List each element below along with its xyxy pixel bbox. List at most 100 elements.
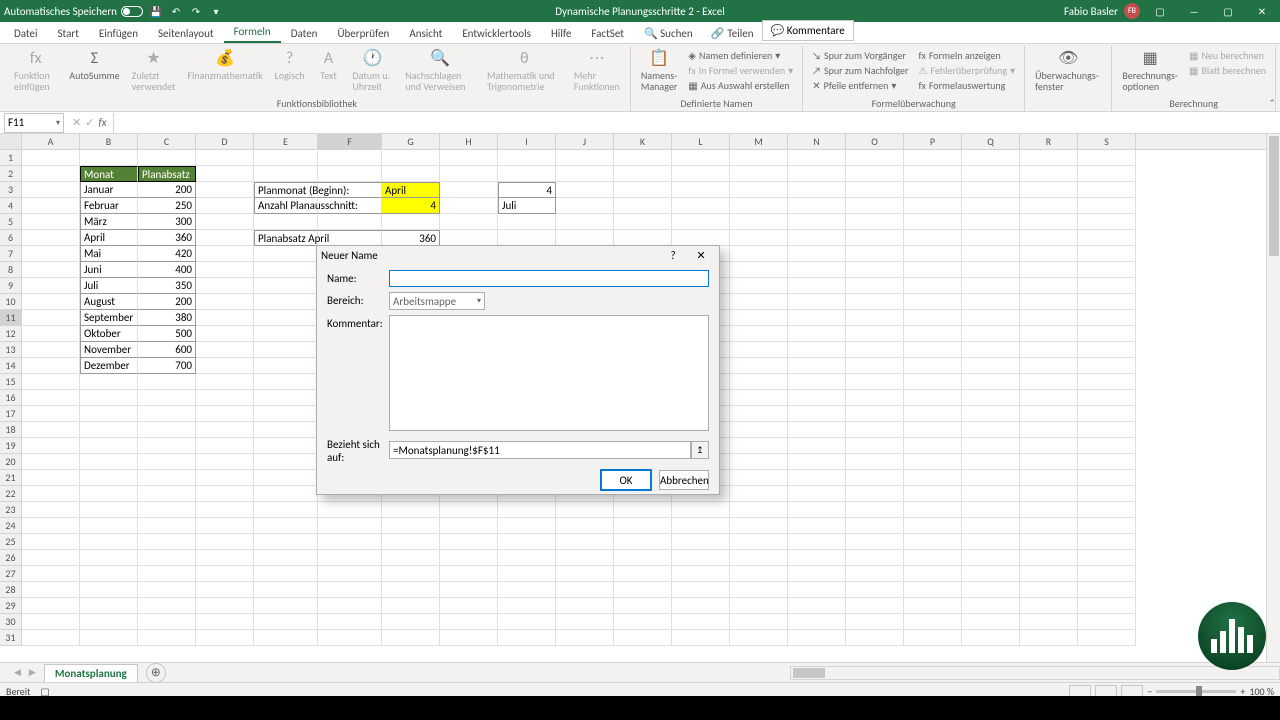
cell[interactable] <box>22 438 80 454</box>
cell[interactable]: Mai <box>80 246 138 262</box>
cell[interactable] <box>904 358 962 374</box>
more-functions-button[interactable]: ⋯Mehr Funktionen <box>570 46 624 94</box>
cell[interactable] <box>254 534 318 550</box>
customize-qat-icon[interactable]: ▾ <box>209 4 223 18</box>
cell[interactable] <box>382 630 440 646</box>
cell[interactable] <box>498 150 556 166</box>
row-header[interactable]: 13 <box>0 342 22 358</box>
row-header[interactable]: 29 <box>0 598 22 614</box>
cell[interactable] <box>1078 422 1136 438</box>
cell[interactable]: Planabsatz April <box>254 230 318 246</box>
cell[interactable] <box>846 326 904 342</box>
cell[interactable] <box>904 614 962 630</box>
cell[interactable] <box>846 502 904 518</box>
cell[interactable] <box>196 438 254 454</box>
cell[interactable] <box>22 406 80 422</box>
cell[interactable] <box>904 502 962 518</box>
save-icon[interactable]: 💾 <box>149 4 163 18</box>
row-header[interactable]: 7 <box>0 246 22 262</box>
cell[interactable] <box>1020 438 1078 454</box>
cell[interactable] <box>788 598 846 614</box>
cell[interactable] <box>614 214 672 230</box>
cell[interactable]: Planabsatz <box>138 166 196 182</box>
row-header[interactable]: 28 <box>0 582 22 598</box>
cell[interactable] <box>318 614 382 630</box>
cell[interactable] <box>1020 246 1078 262</box>
cell[interactable] <box>556 614 614 630</box>
ribbon-display-icon[interactable]: ▢ <box>1146 0 1174 22</box>
column-header[interactable]: B <box>80 134 138 149</box>
tab-entwicklertools[interactable]: Entwicklertools <box>452 24 541 43</box>
cell[interactable] <box>556 550 614 566</box>
cell[interactable] <box>788 406 846 422</box>
cell[interactable] <box>254 630 318 646</box>
cell[interactable] <box>672 166 730 182</box>
cell[interactable] <box>904 630 962 646</box>
cell[interactable] <box>846 406 904 422</box>
cell[interactable] <box>904 198 962 214</box>
cell[interactable] <box>788 326 846 342</box>
cell[interactable] <box>1020 502 1078 518</box>
column-header[interactable]: J <box>556 134 614 149</box>
cell[interactable]: Planmonat (Beginn): <box>254 182 318 198</box>
cell[interactable] <box>80 422 138 438</box>
cell[interactable] <box>1078 486 1136 502</box>
cell[interactable] <box>1020 310 1078 326</box>
cell[interactable]: November <box>80 342 138 358</box>
text-button[interactable]: AText <box>313 46 345 83</box>
cell[interactable] <box>846 518 904 534</box>
sheet-nav-prev-icon[interactable]: ◀ <box>14 667 21 678</box>
cell[interactable]: 420 <box>138 246 196 262</box>
cell[interactable] <box>498 502 556 518</box>
cell[interactable] <box>440 214 498 230</box>
cell[interactable] <box>788 182 846 198</box>
cell[interactable] <box>196 390 254 406</box>
cell[interactable]: Juli <box>80 278 138 294</box>
cell[interactable] <box>730 230 788 246</box>
date-button[interactable]: 🕐Datum u. Uhrzeit <box>349 46 398 94</box>
cell[interactable] <box>904 230 962 246</box>
cell[interactable] <box>318 582 382 598</box>
cell[interactable] <box>22 182 80 198</box>
cell[interactable] <box>788 502 846 518</box>
cell[interactable] <box>498 614 556 630</box>
cell[interactable] <box>962 550 1020 566</box>
cell[interactable] <box>318 502 382 518</box>
cell[interactable] <box>1078 406 1136 422</box>
calculate-now-button[interactable]: ▦ Neu berechnen <box>1186 48 1269 63</box>
financial-button[interactable]: 💰Finanzmathematik <box>183 46 266 83</box>
cell[interactable] <box>730 358 788 374</box>
select-all-corner[interactable] <box>0 134 22 149</box>
cell[interactable] <box>22 198 80 214</box>
column-header[interactable]: E <box>254 134 318 149</box>
cell[interactable] <box>904 262 962 278</box>
cell[interactable] <box>556 582 614 598</box>
cell[interactable] <box>962 486 1020 502</box>
cell[interactable] <box>22 214 80 230</box>
cell[interactable] <box>22 582 80 598</box>
cell[interactable] <box>672 582 730 598</box>
tab-start[interactable]: Start <box>48 24 89 43</box>
cell[interactable] <box>962 502 1020 518</box>
cell[interactable] <box>1020 534 1078 550</box>
cell[interactable] <box>254 566 318 582</box>
close-icon[interactable]: ✕ <box>1248 0 1276 22</box>
cell[interactable] <box>22 166 80 182</box>
comments-button[interactable]: 💬 Kommentare <box>762 20 854 41</box>
cell[interactable] <box>22 294 80 310</box>
column-header[interactable]: N <box>788 134 846 149</box>
cell[interactable] <box>382 518 440 534</box>
cell[interactable]: September <box>80 310 138 326</box>
cell[interactable] <box>196 518 254 534</box>
cell[interactable] <box>730 374 788 390</box>
column-header[interactable]: R <box>1020 134 1078 149</box>
cell[interactable] <box>904 294 962 310</box>
row-header[interactable]: 22 <box>0 486 22 502</box>
cell[interactable] <box>498 230 556 246</box>
cell[interactable] <box>846 486 904 502</box>
cell[interactable] <box>318 198 382 214</box>
cell[interactable] <box>254 374 318 390</box>
cell[interactable] <box>1078 502 1136 518</box>
tab-einfuegen[interactable]: Einfügen <box>89 24 148 43</box>
cell[interactable] <box>556 198 614 214</box>
